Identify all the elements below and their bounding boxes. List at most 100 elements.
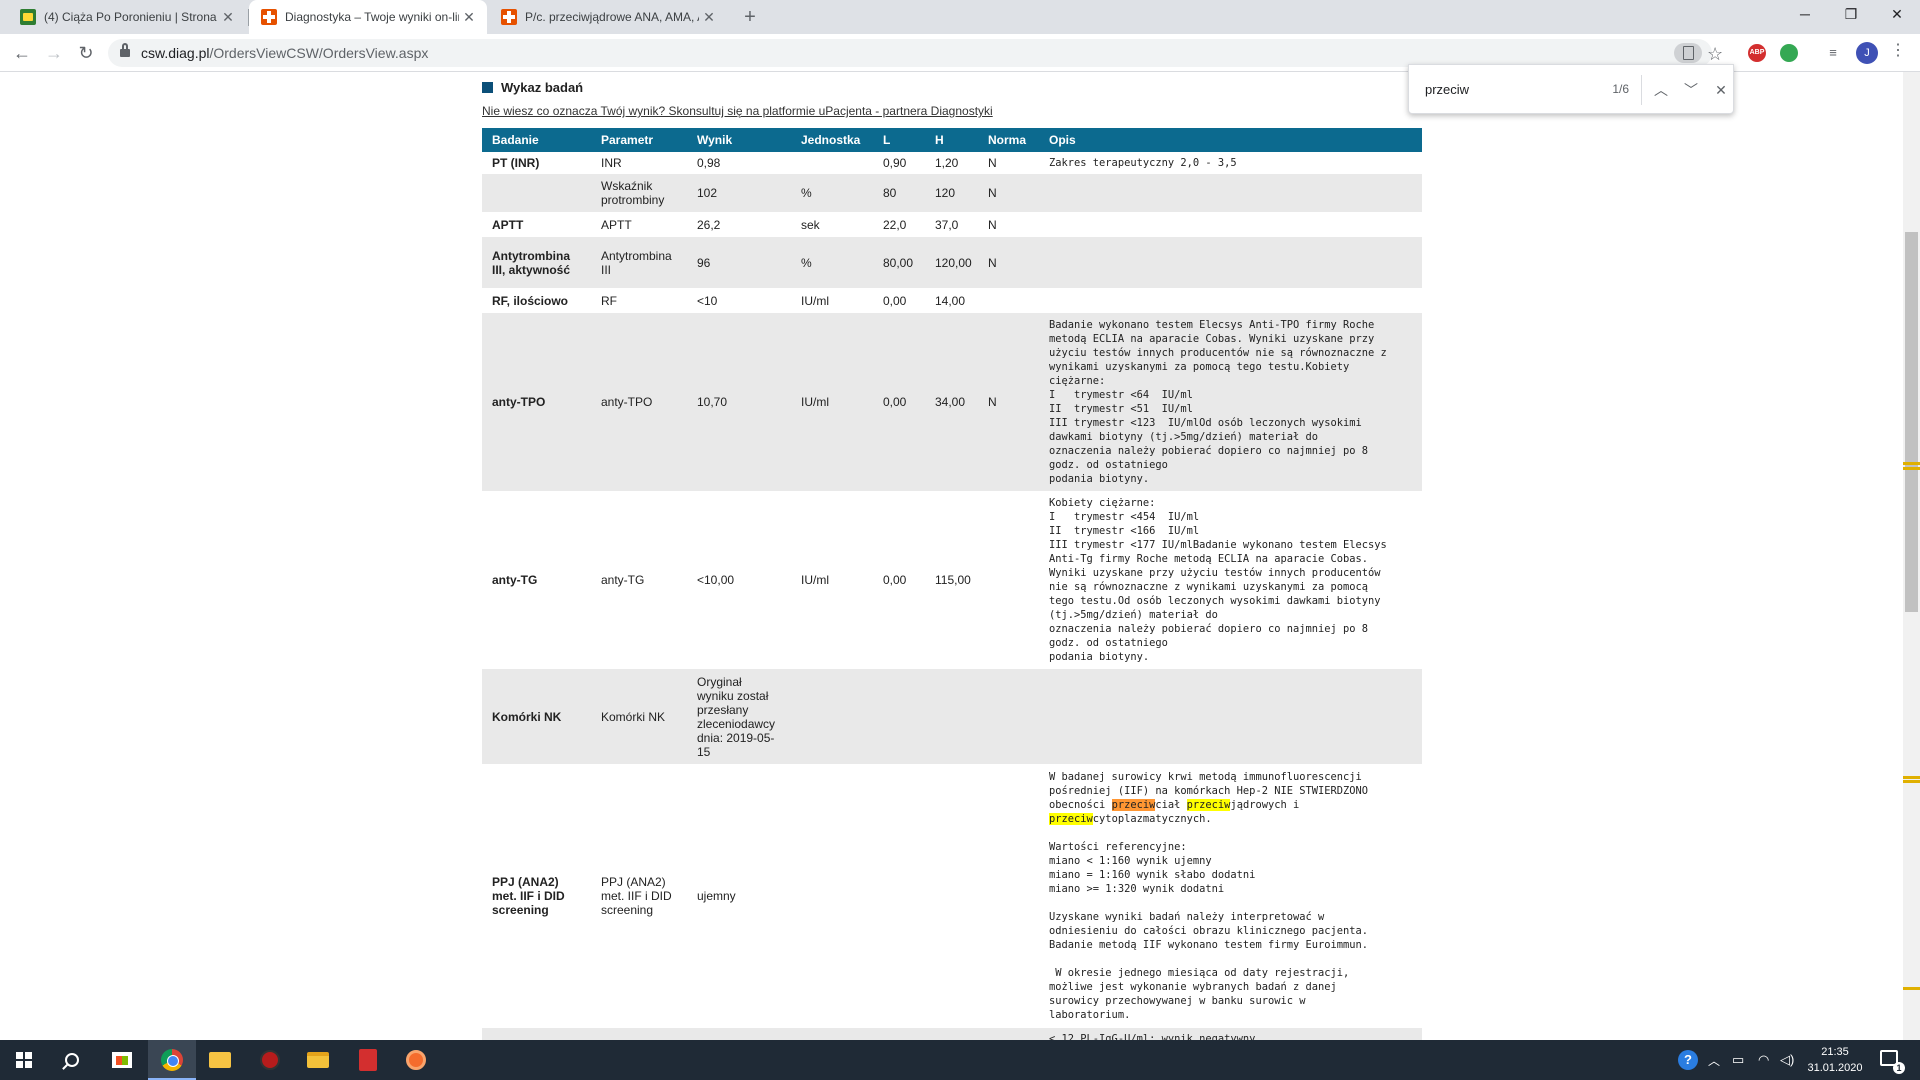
- tab-przeciwjadrowe[interactable]: P/c. przeciwjądrowe ANA, AMA, ASMA ✕: [489, 0, 727, 34]
- mail-icon: [209, 1052, 231, 1068]
- explorer-taskbar-button[interactable]: [294, 1040, 342, 1080]
- column-header: Badanie: [482, 128, 591, 152]
- cell-jednostka: sek: [801, 217, 820, 232]
- battery-icon[interactable]: ▭: [1732, 1040, 1744, 1080]
- new-tab-plus-icon[interactable]: +: [736, 4, 764, 30]
- scrollbar-thumb[interactable]: [1905, 232, 1918, 612]
- table-row: Komórki NK Komórki NK Oryginał wyniku zo…: [482, 669, 1422, 764]
- more-menu-icon[interactable]: ⋮: [1890, 40, 1906, 60]
- cell-opis: Zakres terapeutyczny 2,0 - 3,5: [1049, 157, 1237, 169]
- forward-arrow-icon[interactable]: →: [40, 39, 68, 67]
- start-button[interactable]: [0, 1040, 48, 1080]
- cell-l: 80,00: [873, 237, 925, 288]
- cell-opis: [1039, 212, 1422, 237]
- cell-l: [873, 764, 925, 1028]
- back-arrow-icon[interactable]: ←: [8, 39, 36, 67]
- cell-badanie: anty-TPO: [482, 313, 591, 491]
- find-in-page-icon[interactable]: [1674, 43, 1702, 63]
- origin-taskbar-button[interactable]: [392, 1040, 440, 1080]
- close-icon[interactable]: ✕: [218, 9, 238, 26]
- reload-icon[interactable]: ↻: [72, 39, 100, 67]
- find-close-icon[interactable]: ✕: [1709, 78, 1733, 102]
- reading-list-icon[interactable]: ≡: [1824, 44, 1842, 62]
- show-hidden-icons-chevron-up-icon[interactable]: ︿: [1708, 1040, 1720, 1080]
- table-header-row: Badanie Parametr Wynik Jednostka L H Nor…: [482, 128, 1422, 152]
- cell-parametr: [591, 1028, 687, 1040]
- app-taskbar-button[interactable]: [246, 1040, 294, 1080]
- store-button[interactable]: [98, 1040, 146, 1080]
- find-input[interactable]: przeciw: [1425, 82, 1469, 97]
- cell-badanie: Komórki NK: [482, 669, 591, 764]
- cell-opis: W badanej surowicy krwi metodą immunoflu…: [1049, 771, 1369, 1021]
- windows-taskbar: ? ︿ ▭ ◠ ◁) 21:35 31.01.2020 1: [0, 1040, 1920, 1080]
- column-header: Wynik: [687, 128, 791, 152]
- restore-icon[interactable]: ❐: [1828, 0, 1874, 28]
- find-tickmark: [1903, 780, 1920, 783]
- consult-link[interactable]: Nie wiesz co oznacza Twój wynik? Skonsul…: [482, 104, 993, 118]
- green-extension-icon[interactable]: [1780, 44, 1798, 62]
- cell-h: 115,00: [935, 573, 971, 587]
- page-content: Wykaz badań Nie wiesz co oznacza Twój wy…: [0, 72, 1903, 1040]
- table-row: PT (INR) INR 0,98 0,90 1,20 N Zakres ter…: [482, 152, 1422, 174]
- bookmark-star-icon[interactable]: ☆: [1707, 44, 1723, 65]
- adblock-extension-icon[interactable]: ABP: [1748, 44, 1766, 62]
- cell-badanie: [482, 174, 591, 212]
- cell-norma: [978, 288, 1039, 313]
- cell-badanie: APTT: [492, 217, 524, 232]
- tab-diagnostyka[interactable]: Diagnostyka – Twoje wyniki on-line ✕: [249, 0, 487, 34]
- volume-icon[interactable]: ◁): [1780, 1040, 1794, 1080]
- cell-norma: N: [988, 217, 997, 232]
- profile-avatar[interactable]: J: [1856, 42, 1878, 64]
- find-match-current: przeciw: [1111, 799, 1156, 811]
- column-header: Jednostka: [791, 128, 873, 152]
- cell-l: 0,00: [883, 573, 907, 587]
- acrobat-taskbar-button[interactable]: [344, 1040, 392, 1080]
- find-bar: przeciw 1/6 ︿ ﹀ ✕: [1408, 64, 1734, 114]
- results-table: Badanie Parametr Wynik Jednostka L H Nor…: [482, 128, 1422, 1040]
- cell-norma: N: [978, 237, 1039, 288]
- close-window-icon[interactable]: ✕: [1874, 0, 1920, 28]
- clock-date: 31.01.2020: [1807, 1062, 1863, 1074]
- tab-title: P/c. przeciwjądrowe ANA, AMA, ASMA: [525, 10, 699, 24]
- tab-ciaza-po-poronieniu[interactable]: (4) Ciąża Po Poronieniu | Strona 1 ✕: [8, 0, 246, 34]
- cell-badanie: anty-TG: [492, 573, 538, 587]
- cell-h: 37,0: [935, 217, 959, 232]
- store-icon: [112, 1052, 132, 1068]
- find-previous-chevron-up-icon[interactable]: ︿: [1649, 78, 1673, 102]
- table-row: RF, ilościowo RF <10 IU/ml 0,00 14,00: [482, 288, 1422, 313]
- cell-wynik: 102: [687, 174, 791, 212]
- cell-parametr: anty-TPO: [591, 313, 687, 491]
- mail-taskbar-button[interactable]: [196, 1040, 244, 1080]
- find-match: przeciw: [1186, 799, 1231, 811]
- table-row: anty-TG anty-TG <10,00 IU/ml 0,00 115,00…: [482, 491, 1422, 669]
- cell-h: [925, 669, 978, 764]
- cell-wynik: 0,98: [697, 156, 721, 170]
- table-row: Antytrombina III, aktywność Antytrombina…: [482, 237, 1422, 288]
- cell-opis: Badanie wykonano testem Elecsys Anti-TPO…: [1039, 313, 1422, 491]
- address-bar[interactable]: csw.diag.pl/OrdersViewCSW/OrdersView.asp…: [108, 39, 1712, 67]
- cell-wynik: <10,00: [697, 573, 735, 587]
- cell-l: 0,90: [883, 156, 907, 170]
- find-next-chevron-down-icon[interactable]: ﹀: [1679, 78, 1703, 102]
- find-tickmark: [1903, 462, 1920, 465]
- chrome-taskbar-button[interactable]: [148, 1040, 196, 1080]
- table-row: Wskaźnik protrombiny 102 % 80 120 N: [482, 174, 1422, 212]
- help-tray-button[interactable]: ?: [1678, 1040, 1698, 1080]
- cell-parametr: anty-TG: [601, 573, 645, 587]
- minimize-icon[interactable]: ─: [1782, 0, 1828, 28]
- spreadsheet-favicon-icon: [20, 9, 36, 25]
- close-icon[interactable]: ✕: [459, 9, 479, 26]
- cell-wynik: [687, 1028, 791, 1040]
- column-header: Opis: [1039, 128, 1422, 152]
- cell-badanie: Antytrombina III, aktywność: [482, 237, 591, 288]
- close-icon[interactable]: ✕: [699, 9, 719, 26]
- table-row: < 12 PL-IgG-U/ml: wynik negatywny: [482, 1028, 1422, 1040]
- taskbar-clock[interactable]: 21:35 31.01.2020: [1800, 1044, 1870, 1076]
- search-button[interactable]: [48, 1040, 96, 1080]
- page-scrollbar[interactable]: [1903, 72, 1920, 1040]
- table-row: PPJ (ANA2) met. IIF i DID screening PPJ …: [482, 764, 1422, 1028]
- cell-parametr: Antytrombina III: [591, 237, 687, 288]
- find-tickmark: [1903, 776, 1920, 779]
- cell-parametr: RF: [601, 293, 617, 308]
- wifi-icon[interactable]: ◠: [1758, 1040, 1769, 1080]
